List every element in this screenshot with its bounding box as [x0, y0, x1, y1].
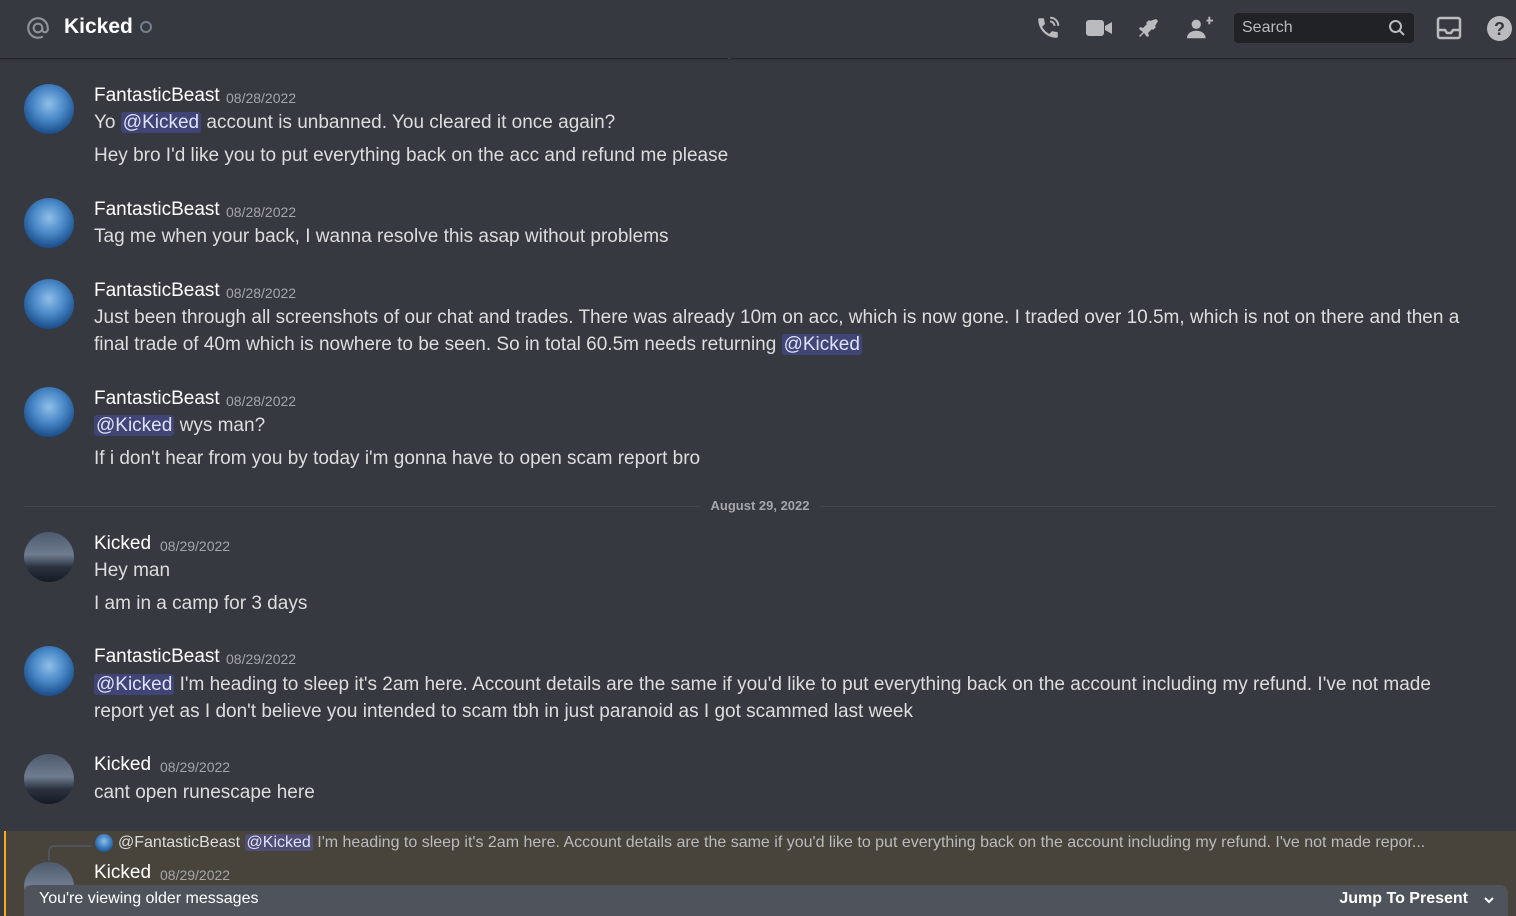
add-friend-icon[interactable]	[1186, 14, 1214, 42]
user-mention[interactable]: @Kicked	[120, 112, 202, 133]
username[interactable]: FantasticBeast	[94, 388, 220, 410]
avatar[interactable]	[24, 754, 74, 804]
message-text: If i don't hear from you by today i'm go…	[94, 448, 701, 469]
avatar[interactable]	[24, 646, 74, 696]
status-offline-icon	[140, 21, 152, 33]
chevron-down-icon[interactable]	[1482, 893, 1496, 907]
avatar[interactable]	[24, 84, 74, 134]
message-text: Just been through all screenshots of our…	[94, 307, 1460, 328]
avatar[interactable]	[24, 198, 74, 248]
search-icon	[1389, 20, 1405, 36]
reply-preview[interactable]: @FantasticBeast @Kicked I'm heading to s…	[118, 834, 1458, 852]
message-text: final trade of 40m which is nowhere to b…	[94, 334, 862, 355]
reply-username[interactable]: @FantasticBeast	[118, 834, 240, 851]
voice-call-icon[interactable]	[1034, 14, 1062, 42]
jump-to-present-button[interactable]: Jump To Present	[1339, 890, 1468, 908]
date-divider-label: August 29, 2022	[700, 498, 820, 513]
video-call-icon[interactable]	[1085, 14, 1113, 42]
username[interactable]: Kicked	[94, 754, 151, 776]
message-text: Hey bro I'd like you to put everything b…	[94, 145, 729, 166]
channel-header: Kicked Search ?	[0, 0, 1516, 58]
message-text: cant open runescape here	[94, 782, 315, 803]
message-text: report yet as I don't believe you intend…	[94, 701, 913, 722]
timestamp: 08/29/2022	[160, 759, 231, 775]
channel-title: Kicked	[64, 15, 133, 38]
message-text: @Kicked I'm heading to sleep it's 2am he…	[94, 674, 1431, 695]
message-text: Yo @Kicked account is unbanned. You clea…	[94, 112, 616, 133]
message-list[interactable]: FantasticBeast 08/28/2022 Yo @Kicked acc…	[0, 58, 1516, 916]
username[interactable]: FantasticBeast	[94, 199, 220, 221]
timestamp: 08/29/2022	[226, 651, 297, 667]
user-mention[interactable]: @Kicked	[244, 834, 313, 851]
user-mention[interactable]: @Kicked	[781, 334, 862, 355]
pin-icon[interactable]	[1135, 14, 1163, 42]
username[interactable]: FantasticBeast	[94, 85, 220, 107]
message-text: Tag me when your back, I wanna resolve t…	[94, 226, 669, 247]
timestamp: 08/29/2022	[160, 538, 231, 554]
inbox-icon[interactable]	[1435, 14, 1463, 42]
message-text: Hey man	[94, 560, 171, 581]
username[interactable]: Kicked	[94, 533, 151, 555]
timestamp: 08/29/2022	[160, 867, 231, 883]
username[interactable]: FantasticBeast	[94, 646, 220, 668]
user-mention[interactable]: @Kicked	[94, 674, 175, 695]
avatar[interactable]	[24, 532, 74, 582]
at-icon	[27, 17, 49, 39]
timestamp: 08/28/2022	[226, 90, 297, 106]
message-text: I am in a camp for 3 days	[94, 593, 308, 614]
timestamp: 08/28/2022	[226, 285, 297, 301]
older-messages-text: You're viewing older messages	[39, 890, 259, 907]
reply-avatar	[95, 834, 113, 852]
reply-spine	[48, 845, 92, 861]
username[interactable]: FantasticBeast	[94, 280, 220, 302]
timestamp: 08/28/2022	[226, 393, 297, 409]
search-input[interactable]: Search	[1234, 13, 1414, 43]
avatar[interactable]	[24, 279, 74, 329]
avatar[interactable]	[24, 387, 74, 437]
message-text: @Kicked wys man?	[94, 415, 266, 436]
user-mention[interactable]: @Kicked	[94, 415, 175, 436]
help-icon[interactable]: ?	[1485, 14, 1513, 42]
timestamp: 08/28/2022	[226, 204, 297, 220]
username[interactable]: Kicked	[94, 862, 151, 884]
search-placeholder: Search	[1242, 19, 1293, 36]
older-messages-bar: You're viewing older messages Jump To Pr…	[24, 885, 1508, 916]
svg-text:?: ?	[1494, 19, 1505, 39]
